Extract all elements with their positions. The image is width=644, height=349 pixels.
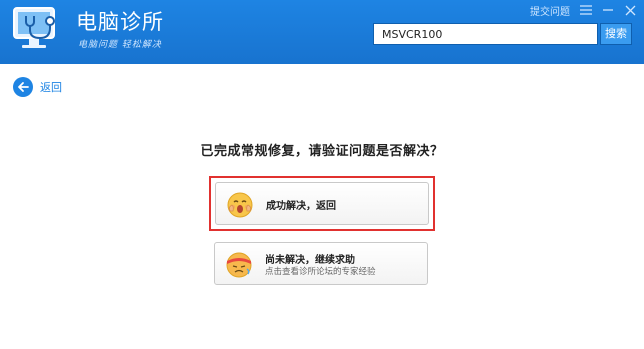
sick-face-icon — [226, 252, 252, 278]
back-arrow-icon — [13, 77, 33, 97]
app-slogan: 电脑问题 轻松解决 — [78, 40, 162, 50]
window-controls: 提交问题 — [530, 2, 636, 18]
back-button[interactable]: 返回 — [13, 77, 62, 97]
unresolved-title: 尚未解决，继续求助 — [265, 255, 355, 266]
search-button[interactable]: 搜索 — [600, 23, 632, 45]
minimize-icon[interactable] — [602, 4, 614, 16]
back-label: 返回 — [40, 81, 62, 94]
unresolved-button[interactable]: 尚未解决，继续求助 点击查看诊所论坛的专家经验 — [214, 242, 428, 285]
feedback-link[interactable]: 提交问题 — [530, 3, 570, 18]
monitor-stethoscope-icon — [13, 7, 55, 48]
happy-face-icon — [227, 192, 253, 218]
close-icon[interactable] — [624, 4, 636, 16]
resolved-button[interactable]: 成功解决，返回 — [215, 182, 429, 225]
search-input[interactable] — [373, 23, 598, 45]
header-bar: 电脑诊所 电脑问题 轻松解决 提交问题 搜索 — [0, 0, 644, 64]
menu-icon[interactable] — [580, 4, 592, 16]
resolved-title: 成功解决，返回 — [266, 201, 336, 212]
unresolved-subtitle: 点击查看诊所论坛的专家经验 — [265, 267, 376, 277]
verification-question: 已完成常规修复，请验证问题是否解决？ — [200, 144, 444, 159]
app-title: 电脑诊所 — [76, 10, 164, 34]
